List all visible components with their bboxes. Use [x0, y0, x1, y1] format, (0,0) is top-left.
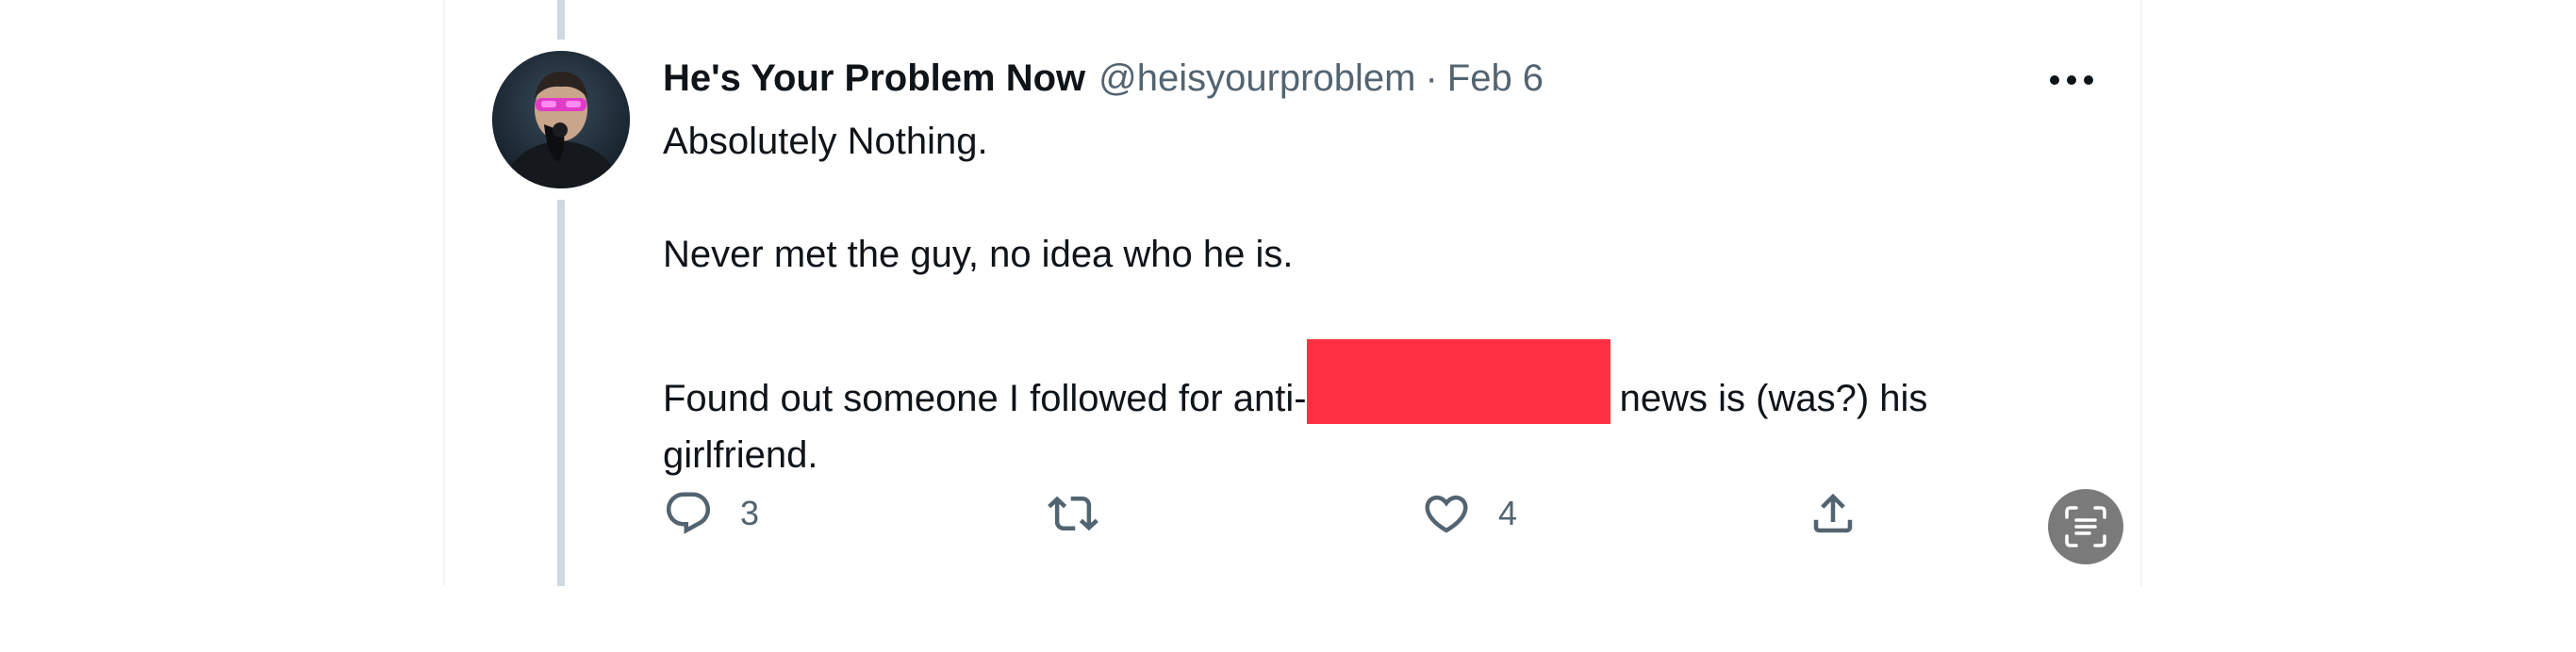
retweet-icon [1048, 496, 1098, 531]
tweet-text-fragment: Found out someone I followed for anti- [663, 378, 1307, 419]
redaction-box [1306, 339, 1610, 424]
reply-count: 3 [740, 494, 760, 532]
tweet-text-fragment: girlfriend. [663, 434, 818, 476]
tweet-text-fragment: news is (was?) his [1619, 378, 1928, 419]
user-handle[interactable]: @heisyourproblem [1098, 55, 1415, 102]
tweet-text-paragraph: Found out someone I followed for anti-ne… [663, 339, 2115, 483]
tweet-date[interactable]: Feb 6 [1447, 55, 1544, 102]
share-upload-icon [1813, 493, 1853, 533]
thread-line-top [557, 0, 565, 40]
tweet-text-line: Absolutely Nothing. [663, 121, 988, 162]
tweet-text: Absolutely Nothing. Never met the guy, n… [663, 113, 2115, 483]
reply-button[interactable]: 3 [663, 481, 759, 546]
avatar-image [492, 51, 630, 188]
heart-icon [1425, 495, 1468, 533]
display-name[interactable]: He's Your Problem Now [663, 55, 1085, 102]
like-button[interactable]: 4 [1421, 481, 1517, 546]
retweet-button[interactable] [1048, 481, 1125, 546]
share-button[interactable] [1808, 481, 1858, 546]
text-capture-button[interactable] [2048, 489, 2123, 564]
text-scan-icon [2065, 506, 2106, 547]
tweet-header: He's Your Problem Now @heisyourproblem ·… [663, 55, 1544, 102]
tweet-text-line: Never met the guy, no idea who he is. [663, 234, 1294, 275]
more-options-button[interactable] [2039, 57, 2105, 104]
like-count: 4 [1498, 494, 1518, 532]
avatar[interactable] [492, 51, 630, 188]
tweet-actions: 3 4 [663, 481, 2134, 546]
separator-dot: · [1425, 57, 1438, 99]
reply-bubble-icon [666, 492, 711, 534]
thread-line-bottom [557, 200, 565, 586]
tweet-card[interactable]: He's Your Problem Now @heisyourproblem ·… [443, 0, 2142, 586]
more-icon [2050, 75, 2093, 85]
